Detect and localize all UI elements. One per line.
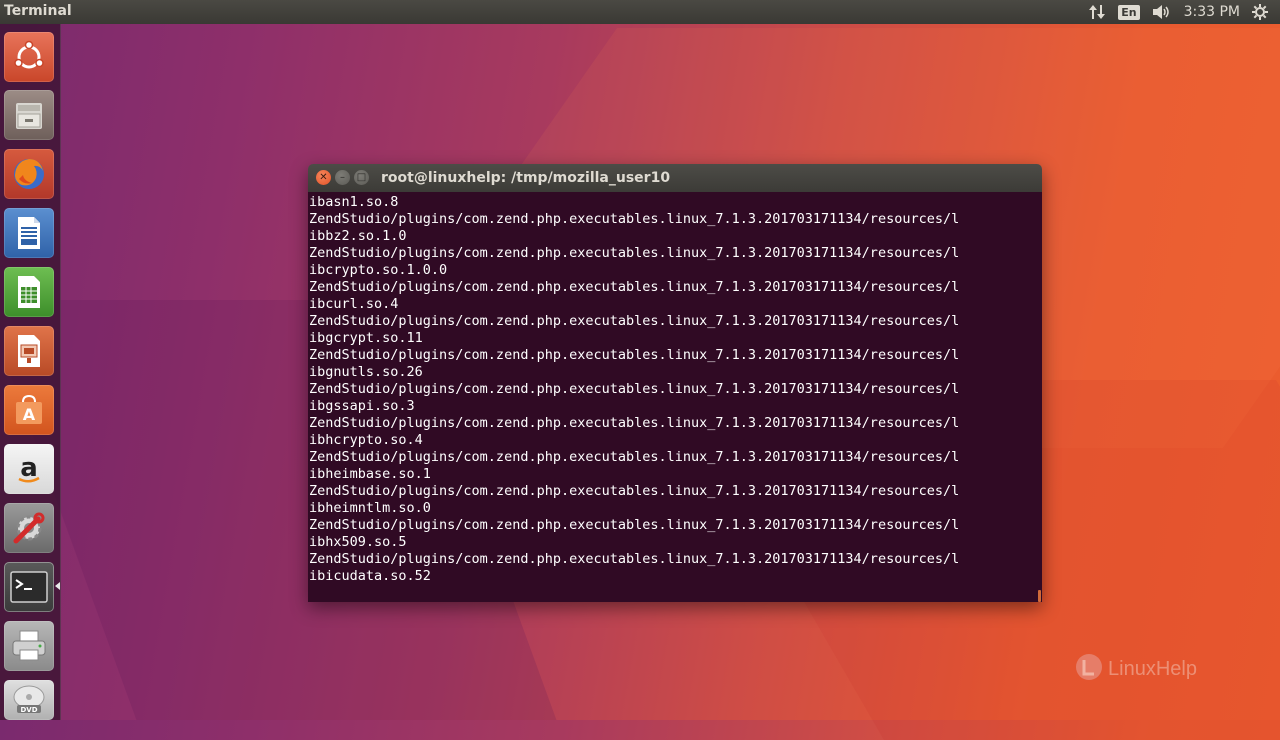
launcher-item-amazon[interactable]: a <box>4 444 54 494</box>
terminal-line: ZendStudio/plugins/com.zend.php.executab… <box>309 517 960 533</box>
terminal-line: ibgnutls.so.26 <box>309 364 423 380</box>
launcher-item-dvd[interactable]: DVD <box>4 680 54 720</box>
linuxhelp-watermark: LinuxHelp <box>1074 652 1197 686</box>
network-updown-icon[interactable] <box>1088 0 1106 24</box>
clock[interactable]: 3:33 PM <box>1184 0 1240 24</box>
scrollbar-thumb[interactable] <box>1038 590 1041 602</box>
launcher-item-calc[interactable] <box>4 267 54 317</box>
launcher-item-impress[interactable] <box>4 326 54 376</box>
terminal-line: ZendStudio/plugins/com.zend.php.executab… <box>309 381 960 397</box>
terminal-line: ZendStudio/plugins/com.zend.php.executab… <box>309 211 960 227</box>
terminal-line: ZendStudio/plugins/com.zend.php.executab… <box>309 483 960 499</box>
launcher-item-writer[interactable] <box>4 208 54 258</box>
terminal-line: ZendStudio/plugins/com.zend.php.executab… <box>309 347 960 363</box>
software-center-bag-icon: A <box>11 392 47 428</box>
maximize-icon: □ <box>356 171 367 183</box>
minimize-icon: – <box>340 171 345 183</box>
dvd-disc-icon: DVD <box>11 683 47 717</box>
keyboard-layout-indicator[interactable]: En <box>1118 0 1140 24</box>
terminal-line: ZendStudio/plugins/com.zend.php.executab… <box>309 551 960 567</box>
window-title: root@linuxhelp: /tmp/mozilla_user10 <box>381 170 671 186</box>
svg-text:A: A <box>23 405 36 424</box>
terminal-line: ZendStudio/plugins/com.zend.php.executab… <box>309 313 960 329</box>
settings-wrench-icon <box>10 509 48 547</box>
writer-document-icon <box>12 214 46 252</box>
close-icon: ✕ <box>319 171 328 183</box>
printer-icon <box>10 628 48 664</box>
system-tray: En 3:33 PM <box>1088 0 1280 24</box>
active-app-indicator <box>55 582 60 590</box>
terminal-line: ibasn1.so.8 <box>309 194 399 210</box>
keyboard-layout-label: En <box>1118 4 1140 20</box>
ubuntu-logo-icon <box>12 40 46 74</box>
minimize-button[interactable]: – <box>335 170 350 185</box>
impress-presentation-icon <box>12 332 46 370</box>
launcher-item-dash[interactable] <box>4 32 54 82</box>
firefox-icon <box>10 155 48 193</box>
launcher-item-files[interactable] <box>4 90 54 140</box>
close-button[interactable]: ✕ <box>316 170 331 185</box>
terminal-line: ibcurl.so.4 <box>309 296 399 312</box>
launcher-item-printer[interactable] <box>4 621 54 671</box>
terminal-line: ZendStudio/plugins/com.zend.php.executab… <box>309 245 960 261</box>
active-app-title: Terminal <box>4 3 72 19</box>
gear-icon[interactable] <box>1252 0 1268 24</box>
terminal-line: ibgssapi.so.3 <box>309 398 415 414</box>
terminal-line: ibheimntlm.so.0 <box>309 500 431 516</box>
svg-text:a: a <box>20 453 38 483</box>
terminal-line: ibgcrypt.so.11 <box>309 330 423 346</box>
terminal-line: ZendStudio/plugins/com.zend.php.executab… <box>309 279 960 295</box>
terminal-output[interactable]: ibasn1.so.8 ZendStudio/plugins/com.zend.p… <box>308 192 1042 602</box>
linuxhelp-logo-icon <box>1074 652 1104 686</box>
svg-text:DVD: DVD <box>20 706 37 714</box>
terminal-line: ZendStudio/plugins/com.zend.php.executab… <box>309 415 960 431</box>
maximize-button[interactable]: □ <box>354 170 369 185</box>
terminal-line: ibhx509.so.5 <box>309 534 407 550</box>
terminal-line: ZendStudio/plugins/com.zend.php.executab… <box>309 449 960 465</box>
volume-icon[interactable] <box>1152 0 1172 24</box>
launcher: A a DVD <box>0 24 61 720</box>
terminal-line: ibbz2.so.1.0 <box>309 228 407 244</box>
launcher-item-software[interactable]: A <box>4 385 54 435</box>
top-panel: Terminal En 3:33 PM <box>0 0 1280 24</box>
launcher-item-terminal[interactable] <box>4 562 54 612</box>
calc-spreadsheet-icon <box>12 273 46 311</box>
terminal-line: ibheimbase.so.1 <box>309 466 431 482</box>
terminal-icon <box>9 570 49 604</box>
launcher-item-firefox[interactable] <box>4 149 54 199</box>
file-cabinet-icon <box>12 98 46 132</box>
terminal-window[interactable]: ✕ – □ root@linuxhelp: /tmp/mozilla_user1… <box>308 164 1042 602</box>
watermark-text: LinuxHelp <box>1108 657 1197 680</box>
terminal-line: ibcrypto.so.1.0.0 <box>309 262 448 278</box>
window-titlebar[interactable]: ✕ – □ root@linuxhelp: /tmp/mozilla_user1… <box>308 164 1042 192</box>
terminal-line: ibicudata.so.52 <box>309 568 431 584</box>
launcher-item-settings[interactable] <box>4 503 54 553</box>
terminal-line: ibhcrypto.so.4 <box>309 432 423 448</box>
amazon-icon: a <box>12 452 46 486</box>
